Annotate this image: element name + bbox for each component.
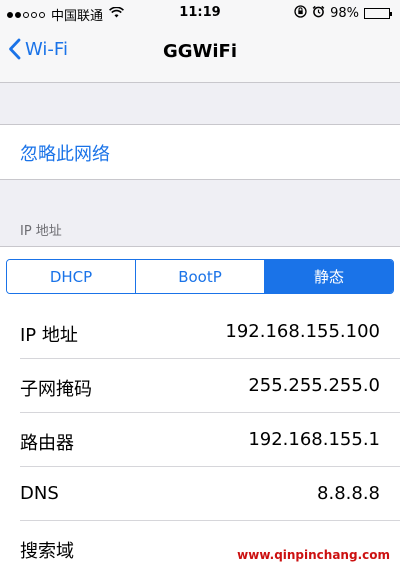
page-title: GGWiFi (162, 41, 238, 62)
dns-row[interactable]: DNS 8.8.8.8 (0, 467, 400, 521)
tab-bootp[interactable]: BootP (136, 260, 265, 293)
battery-percent: 98% (330, 6, 359, 21)
ip-address-field[interactable]: 192.168.155.100 (225, 321, 380, 342)
status-right: 98% (294, 5, 392, 22)
ip-settings-group: DHCP BootP 静态 IP 地址 192.168.155.100 子网掩码… (0, 246, 400, 580)
navigation-bar: Wi-Fi GGWiFi (0, 28, 400, 80)
router-field[interactable]: 192.168.155.1 (248, 429, 380, 450)
ip-address-row[interactable]: IP 地址 192.168.155.100 (0, 305, 400, 359)
top-bar: 中国联通 11:19 98% Wi-Fi GGWiFi (0, 0, 400, 83)
forget-network-button[interactable]: 忽略此网络 (20, 140, 110, 166)
dns-field[interactable]: 8.8.8.8 (317, 483, 380, 504)
subnet-mask-row[interactable]: 子网掩码 255.255.255.0 (0, 359, 400, 413)
forget-network-row[interactable]: 忽略此网络 (0, 124, 400, 180)
row-label: IP 地址 (20, 325, 78, 346)
status-bar: 中国联通 11:19 98% (0, 0, 400, 28)
rotation-lock-icon (294, 5, 307, 22)
battery-icon (364, 8, 392, 19)
settings-screen: 中国联通 11:19 98% Wi-Fi GGWiFi 忽略此网络 IP 地址 … (0, 0, 400, 580)
ip-section-header: IP 地址 (20, 224, 62, 239)
alarm-icon (312, 5, 325, 22)
tab-static[interactable]: 静态 (265, 260, 393, 293)
row-label: 子网掩码 (20, 379, 92, 400)
tab-dhcp[interactable]: DHCP (7, 260, 136, 293)
row-label: DNS (20, 483, 59, 504)
subnet-mask-field[interactable]: 255.255.255.0 (248, 375, 380, 396)
router-row[interactable]: 路由器 192.168.155.1 (0, 413, 400, 467)
row-label: 路由器 (20, 433, 74, 454)
row-label: 搜索域 (20, 541, 74, 562)
watermark: www.qinpinchang.com (237, 548, 390, 562)
ip-mode-segmented-control: DHCP BootP 静态 (6, 259, 394, 294)
